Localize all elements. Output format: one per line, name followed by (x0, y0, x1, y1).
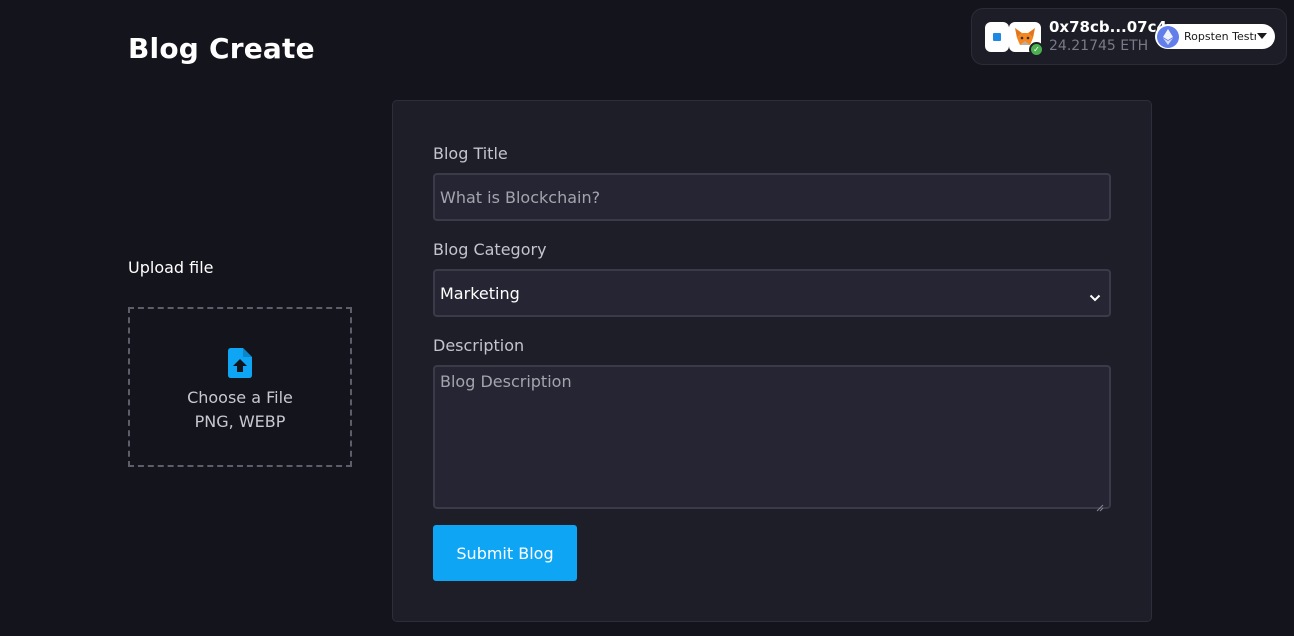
file-dropzone[interactable]: Choose a File PNG, WEBP (128, 307, 352, 467)
chevron-down-icon (1257, 33, 1267, 39)
chevron-down-icon (1089, 287, 1101, 306)
wallet-widget[interactable]: ✓ 0x78cb...07c4 24.21745 ETH Ropsten Tes… (971, 8, 1287, 65)
ethereum-icon (1157, 25, 1179, 48)
dropzone-cta: Choose a File (187, 388, 293, 407)
wallet-logo-icon (985, 22, 1009, 52)
blog-category-label: Blog Category (433, 240, 547, 259)
connected-check-icon: ✓ (1029, 42, 1044, 57)
blog-form-card: Blog Title Blog Category Marketing Descr… (392, 100, 1152, 622)
submit-blog-button[interactable]: Submit Blog (433, 525, 577, 581)
blog-category-select[interactable]: Marketing (433, 269, 1111, 317)
network-label: Ropsten Testnet (1184, 30, 1256, 43)
wallet-address: 0x78cb...07c4 (1049, 18, 1167, 36)
blog-title-input[interactable] (433, 173, 1111, 221)
page: Blog Create ✓ 0x78cb...07c4 24.21745 ETH (0, 0, 1294, 636)
network-selector[interactable]: Ropsten Testnet (1155, 24, 1275, 49)
file-upload-icon (228, 348, 252, 382)
wallet-balance: 24.21745 ETH (1049, 38, 1149, 54)
dropzone-formats: PNG, WEBP (194, 412, 286, 431)
description-textarea[interactable] (433, 365, 1111, 509)
resize-grip-icon[interactable] (1096, 497, 1104, 516)
upload-label: Upload file (128, 258, 214, 277)
page-title: Blog Create (128, 32, 315, 65)
blog-category-value: Marketing (440, 283, 520, 303)
description-label: Description (433, 336, 525, 355)
blog-title-label: Blog Title (433, 144, 508, 163)
